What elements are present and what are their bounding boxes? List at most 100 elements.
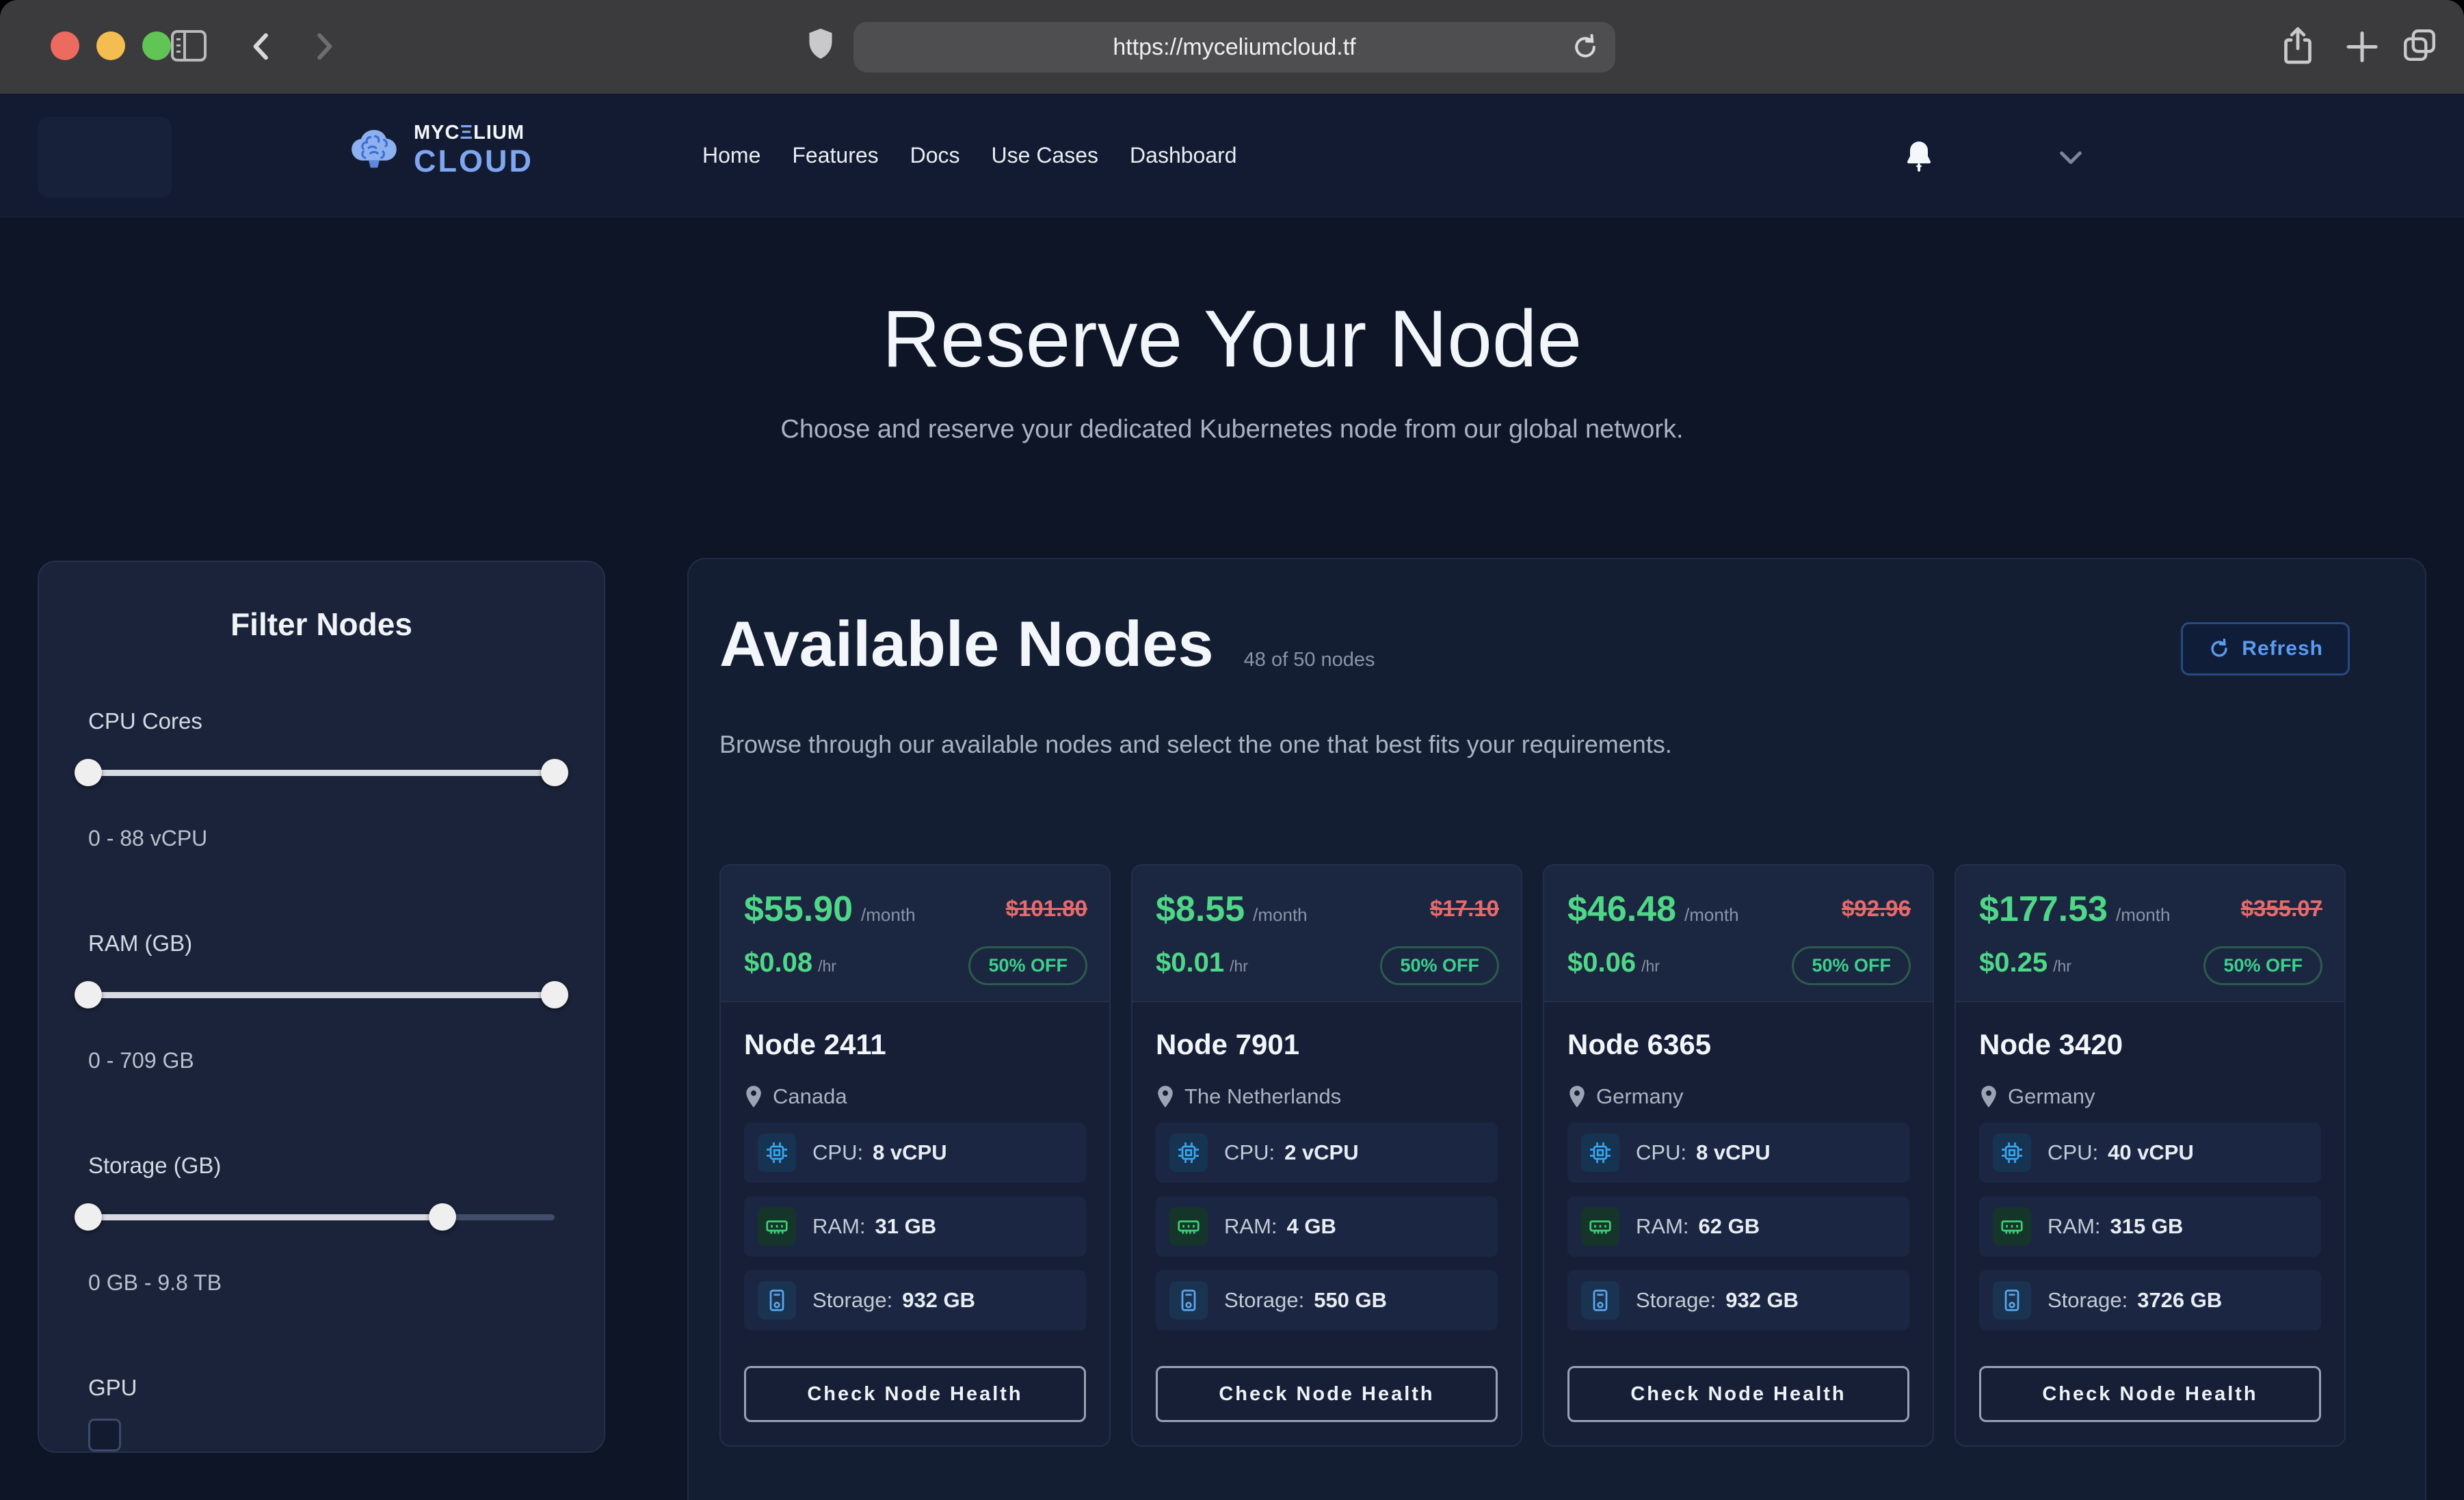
discount-badge: 50% OFF bbox=[968, 946, 1087, 985]
browser-titlebar: https://myceliumcloud.tf bbox=[0, 0, 2464, 94]
ram-spec-row: RAM:31 GB bbox=[744, 1196, 1086, 1257]
original-price: $92.96 bbox=[1842, 896, 1911, 922]
check-node-health-button[interactable]: Check Node Health bbox=[1156, 1366, 1498, 1422]
ram-spec-row: RAM:4 GB bbox=[1156, 1196, 1498, 1257]
close-window-button[interactable] bbox=[51, 31, 79, 60]
per-month-label: /month bbox=[1684, 905, 1739, 926]
storage-range-value: 0 GB - 9.8 TB bbox=[88, 1270, 555, 1296]
node-card: $46.48/month $92.96 $0.06/hr 50% OFF Nod… bbox=[1543, 864, 1934, 1447]
per-hour-label: /hr bbox=[2053, 957, 2071, 976]
node-card-pricing: $46.48/month $92.96 $0.06/hr 50% OFF bbox=[1544, 866, 1933, 1002]
nav-item-home[interactable]: Home bbox=[702, 143, 760, 168]
filter-group-cpu: CPU Cores 0 - 88 vCPU bbox=[88, 708, 555, 851]
storage-range-slider[interactable] bbox=[88, 1202, 555, 1232]
per-hour-label: /hr bbox=[818, 957, 836, 976]
site-logo[interactable]: MYCΞLIUM CLOUD bbox=[345, 121, 533, 178]
location-pin-icon bbox=[1567, 1085, 1587, 1108]
location-pin-icon bbox=[744, 1085, 763, 1108]
ram-spec-row: RAM:62 GB bbox=[1567, 1196, 1909, 1257]
nav-item-use-cases[interactable]: Use Cases bbox=[992, 143, 1099, 168]
storage-value: 932 GB bbox=[1725, 1288, 1799, 1313]
node-name: Node 6365 bbox=[1567, 1028, 1909, 1061]
check-node-health-button[interactable]: Check Node Health bbox=[1979, 1366, 2321, 1422]
tab-overview-icon[interactable] bbox=[2399, 25, 2440, 67]
location-pin-icon bbox=[1156, 1085, 1175, 1108]
privacy-shield-icon[interactable] bbox=[806, 27, 836, 66]
nodes-count-badge: 48 of 50 nodes bbox=[1244, 649, 1375, 671]
check-node-health-button[interactable]: Check Node Health bbox=[744, 1366, 1086, 1422]
nav-item-docs[interactable]: Docs bbox=[910, 143, 960, 168]
nav-item-dashboard[interactable]: Dashboard bbox=[1130, 143, 1237, 168]
ram-slider-max-handle[interactable] bbox=[541, 981, 568, 1008]
cpu-icon bbox=[1993, 1134, 2031, 1172]
ram-range-slider[interactable] bbox=[88, 980, 555, 1010]
storage-slider-min-handle[interactable] bbox=[75, 1203, 102, 1231]
storage-spec-row: Storage:550 GB bbox=[1156, 1270, 1498, 1330]
new-tab-icon[interactable] bbox=[2342, 25, 2383, 67]
node-name: Node 7901 bbox=[1156, 1028, 1498, 1061]
per-month-label: /month bbox=[861, 905, 916, 926]
slider-fill bbox=[88, 770, 555, 776]
refresh-icon bbox=[2208, 637, 2231, 660]
check-node-health-button[interactable]: Check Node Health bbox=[1567, 1366, 1909, 1422]
cpu-slider-min-handle[interactable] bbox=[75, 759, 102, 786]
hourly-price: $0.08 bbox=[744, 948, 812, 978]
address-bar[interactable]: https://myceliumcloud.tf bbox=[853, 22, 1615, 72]
gpu-checkbox[interactable] bbox=[88, 1419, 121, 1451]
refresh-button[interactable]: Refresh bbox=[2181, 622, 2350, 675]
minimize-window-button[interactable] bbox=[96, 31, 125, 60]
sidebar-toggle-icon[interactable] bbox=[171, 30, 207, 62]
cpu-slider-max-handle[interactable] bbox=[541, 759, 568, 786]
ram-range-value: 0 - 709 GB bbox=[88, 1048, 555, 1073]
forward-button[interactable] bbox=[304, 27, 343, 66]
monthly-price: $46.48 bbox=[1567, 889, 1676, 930]
browser-window: https://myceliumcloud.tf bbox=[0, 0, 2464, 1500]
storage-spec-row: Storage:3726 GB bbox=[1979, 1270, 2321, 1330]
filter-group-ram: RAM (GB) 0 - 709 GB bbox=[88, 930, 555, 1073]
storage-icon bbox=[758, 1281, 796, 1320]
node-card-pricing: $55.90/month $101.80 $0.08/hr 50% OFF bbox=[721, 866, 1109, 1002]
cpu-icon bbox=[758, 1134, 796, 1172]
filter-group-storage: Storage (GB) 0 GB - 9.8 TB bbox=[88, 1153, 555, 1296]
cpu-range-slider[interactable] bbox=[88, 758, 555, 788]
storage-spec-row: Storage:932 GB bbox=[744, 1270, 1086, 1330]
node-location: Germany bbox=[2008, 1084, 2095, 1109]
cpu-icon bbox=[1169, 1134, 1208, 1172]
brain-cloud-logo-icon bbox=[345, 121, 403, 178]
ram-slider-min-handle[interactable] bbox=[75, 981, 102, 1008]
webpage: MYCΞLIUM CLOUD Home Features Docs Use Ca… bbox=[0, 94, 2464, 1500]
discount-badge: 50% OFF bbox=[2203, 946, 2322, 985]
monthly-price: $8.55 bbox=[1156, 889, 1245, 930]
slider-fill bbox=[88, 1214, 442, 1220]
share-icon[interactable] bbox=[2277, 25, 2318, 67]
storage-value: 3726 GB bbox=[2137, 1288, 2222, 1313]
logo-wordmark-top: MYCΞLIUM bbox=[414, 123, 533, 143]
per-month-label: /month bbox=[1253, 905, 1308, 926]
reload-icon[interactable] bbox=[1570, 32, 1600, 62]
gpu-label: GPU bbox=[88, 1375, 555, 1401]
node-card: $8.55/month $17.10 $0.01/hr 50% OFF Node… bbox=[1131, 864, 1522, 1447]
user-menu-chevron-down-icon[interactable] bbox=[2057, 150, 2084, 166]
nav-links: Home Features Docs Use Cases Dashboard bbox=[702, 94, 1237, 217]
ram-value: 4 GB bbox=[1287, 1214, 1336, 1239]
slider-fill bbox=[88, 992, 555, 998]
per-hour-label: /hr bbox=[1641, 957, 1660, 976]
navbar-ghost-placeholder bbox=[38, 117, 172, 198]
storage-icon bbox=[1169, 1281, 1208, 1320]
per-month-label: /month bbox=[2116, 905, 2171, 926]
node-card-pricing: $177.53/month $355.07 $0.25/hr 50% OFF bbox=[1956, 866, 2344, 1002]
ram-icon bbox=[1581, 1207, 1619, 1246]
nav-item-features[interactable]: Features bbox=[792, 143, 878, 168]
refresh-button-label: Refresh bbox=[2242, 637, 2323, 660]
back-button[interactable] bbox=[243, 27, 281, 66]
storage-value: 550 GB bbox=[1314, 1288, 1387, 1313]
ram-icon bbox=[1993, 1207, 2031, 1246]
address-bar-url[interactable]: https://myceliumcloud.tf bbox=[853, 22, 1615, 72]
hourly-price: $0.25 bbox=[1979, 948, 2048, 978]
cpu-value: 2 vCPU bbox=[1284, 1140, 1359, 1165]
node-location: Germany bbox=[1596, 1084, 1683, 1109]
cpu-cores-label: CPU Cores bbox=[88, 708, 555, 734]
zoom-window-button[interactable] bbox=[142, 31, 171, 60]
notifications-bell-icon[interactable] bbox=[1903, 139, 1935, 173]
storage-slider-max-handle[interactable] bbox=[429, 1203, 456, 1231]
